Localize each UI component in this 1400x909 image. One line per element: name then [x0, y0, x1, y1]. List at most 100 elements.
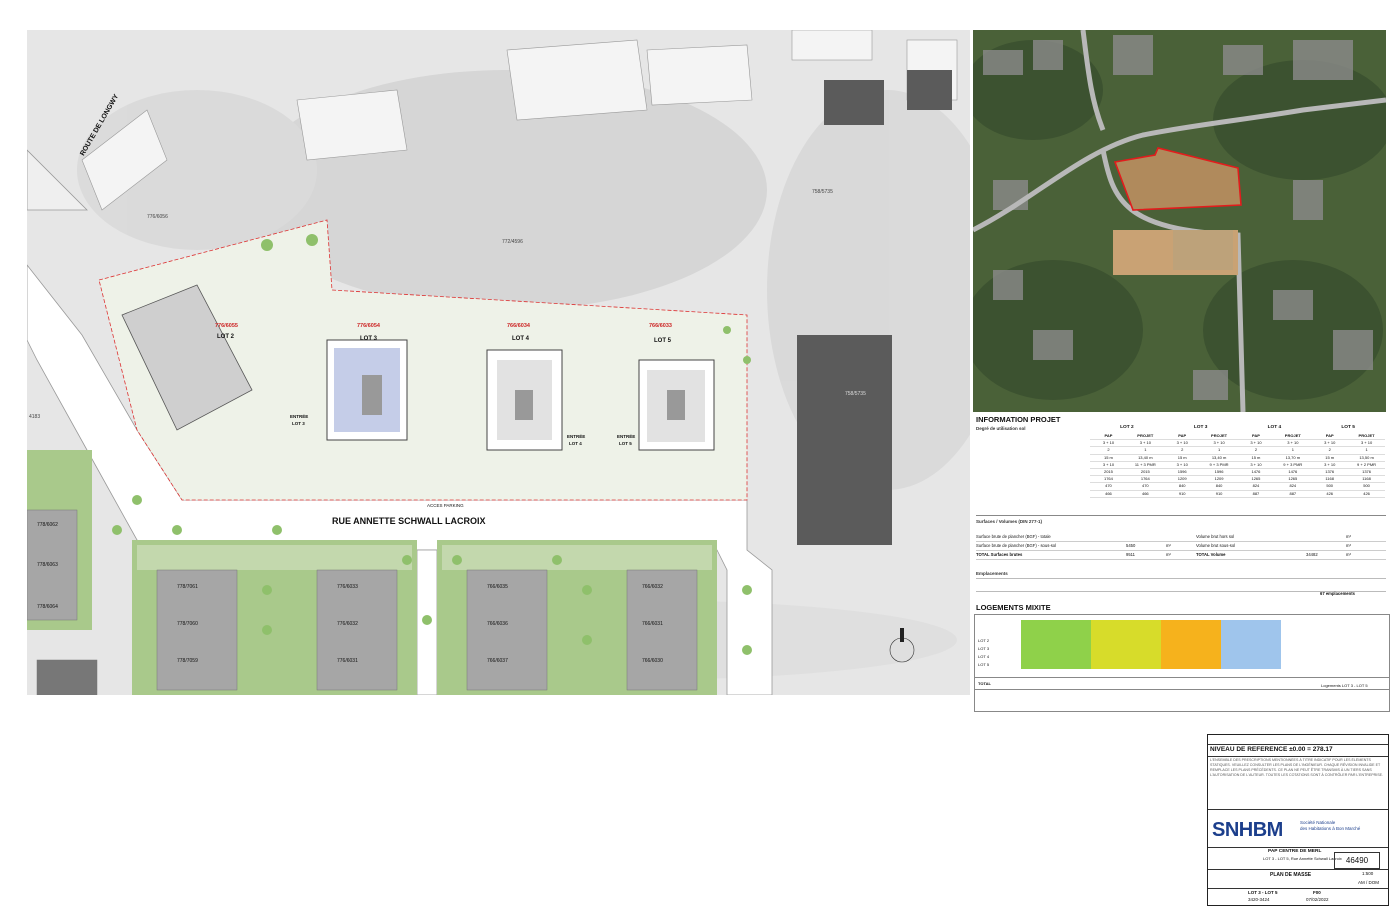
surface-value: 9511: [1126, 552, 1136, 557]
info-cell: 1: [1291, 447, 1294, 453]
parcel-label: 776/6032: [337, 621, 358, 627]
parcel-label: 766/6037: [487, 658, 508, 664]
lot-header-row: LOT 2 LOT 3 LOT 4 LOT 5: [1090, 425, 1385, 430]
lot-label: LOT 3: [360, 336, 378, 342]
project-address: LOT 3 - LOT 5, Rue Annette Schwall Lacro…: [1263, 856, 1342, 861]
info-cell: 2015: [1103, 469, 1113, 475]
info-cell: 15 m: [1251, 454, 1261, 460]
surface-row: TOTAL Surfaces brutes 9511 m² TOTAL Volume 3…: [976, 551, 1386, 560]
info-row: 470 470 840 840 824 824 500 500: [1090, 483, 1385, 491]
info-cell: 3 + 10: [1139, 440, 1151, 446]
mix-orange: [1161, 628, 1221, 669]
info-cell: 1168: [1325, 476, 1334, 482]
info-cell: 1596: [1214, 469, 1224, 475]
info-cell: 3 + 10: [1250, 440, 1262, 446]
divider: [1208, 744, 1388, 745]
info-row: 15 m 13,40 m 15 m 13,40 m 15 m 13,70 m 15 m 13,…: [1090, 455, 1385, 462]
parcel-label: 778/7060: [177, 621, 198, 627]
info-cell: 1209: [1214, 476, 1224, 482]
info-cell: 9 + 3 PMR: [1209, 461, 1229, 467]
surface-vlabel: Volume brut hors sol: [1196, 534, 1235, 539]
info-cell: 910: [1215, 490, 1223, 496]
surface-vunit: m³: [1346, 543, 1351, 548]
parcel-label: 778/7059: [177, 658, 198, 664]
divider: [976, 515, 1386, 516]
log-row-label: LOT 3: [978, 646, 990, 651]
info-col-header: PAP: [1251, 433, 1260, 438]
info-cell: 9 + 3 PMR: [1283, 461, 1303, 467]
surface-label: Surface brute de plancher (BGF) - sous-s…: [976, 543, 1057, 548]
info-cell: 2: [1181, 447, 1184, 453]
parcel-label: 766/6036: [487, 621, 508, 627]
logements-title: LOGEMENTS MIXITE: [976, 603, 1051, 612]
info-cell: 500: [1326, 483, 1334, 489]
lot-header: LOT 4: [1267, 425, 1282, 430]
info-col-header: PROJET: [1211, 433, 1228, 438]
info-cell: 824: [1252, 483, 1260, 489]
info-cell: 2015: [1140, 469, 1150, 475]
lot-header: LOT 2: [1120, 425, 1134, 430]
info-table: PAP PROJET PAP PROJET PAP PROJET PAP PROJET 3 + …: [1090, 433, 1385, 498]
aerial-photo: [973, 30, 1386, 412]
info-cell: 1209: [1177, 476, 1187, 482]
info-col-header: PAP: [1178, 433, 1187, 438]
info-cell: 470: [1141, 483, 1149, 489]
acces-parking-label: ACCES PARKING: [427, 503, 464, 508]
parcel-label: 772/4596: [502, 239, 523, 245]
company-line: des Habitations à Bon Marché: [1300, 825, 1361, 831]
project-number: 46490: [1334, 852, 1380, 869]
mix-header-green: [1021, 620, 1091, 628]
info-row: 2015 2015 1596 1596 1476 1476 1376 1376: [1090, 469, 1385, 477]
title-block: NIVEAU DE REFERENCE ±0.00 = 278.17 L'ENS…: [1207, 734, 1389, 906]
parcel-label: 4183: [29, 414, 40, 420]
lot-label: LOT 5: [654, 338, 672, 344]
lot-parcel-label: 776/6055: [215, 323, 238, 329]
info-cell: 1: [1217, 447, 1221, 453]
parking-title: Emplacements: [976, 571, 1008, 576]
entry-label: ENTRÉE: [567, 432, 585, 439]
log-row-label: LOT 5: [978, 662, 990, 667]
log-total-label: TOTAL: [978, 681, 991, 686]
log-row-label: LOT 2: [978, 638, 990, 643]
entry-label: ENTRÉE: [290, 412, 308, 419]
info-cell: 887: [1252, 490, 1260, 496]
info-cell: 1376: [1362, 469, 1372, 475]
log-row-label: LOT 4: [978, 654, 990, 659]
company-name: Société Nationale des Habitations à Bon …: [1300, 820, 1360, 831]
log-sum-label: Logements LOT 3 - LOT 5: [1321, 683, 1368, 688]
mix-header-blue: [1221, 620, 1281, 628]
info-cell: 426: [1326, 490, 1334, 496]
info-row: 1764 1764 1209 1209 1265 1265 1168 1168: [1090, 476, 1385, 484]
date: 07/02/2022: [1306, 897, 1329, 902]
info-col-header: PROJET: [1358, 433, 1375, 438]
divider: [975, 689, 1389, 690]
code: F00: [1313, 890, 1321, 895]
divider: [1208, 869, 1388, 870]
parcel-label: 766/6031: [642, 621, 663, 627]
lot-label: LOT 2: [217, 334, 235, 340]
parking-total: 67 emplacements: [1320, 591, 1355, 596]
mix-header-orange: [1161, 620, 1221, 628]
entry-label: LOT 5: [619, 441, 632, 446]
divider: [1208, 756, 1388, 757]
entry-label: LOT 4: [569, 441, 582, 446]
info-cell: 1265: [1288, 476, 1298, 482]
info-cell: 426: [1363, 490, 1370, 496]
plan-number: 3420-3424: [1248, 897, 1270, 902]
info-cell: 470: [1105, 483, 1112, 489]
divider: [1208, 847, 1388, 848]
info-cell: 3 + 10: [1287, 440, 1299, 446]
info-cell: 2: [1254, 447, 1258, 453]
parcel-label: 776/6033: [337, 584, 358, 590]
info-cell: 3 + 10: [1213, 440, 1225, 446]
info-cell: 840: [1178, 483, 1186, 489]
info-cell: 13,40 m: [1138, 454, 1153, 460]
surface-unit: m²: [1166, 543, 1171, 548]
plan-name: PLAN DE MASSE: [1270, 872, 1312, 878]
info-cell: 9 + 2 PMR: [1357, 461, 1377, 467]
info-cell: 1: [1365, 447, 1368, 453]
parking-rows: [976, 578, 1386, 592]
surface-vvalue: [1306, 542, 1346, 550]
info-row: 3 + 10 11 + 3 PMR 3 + 10 9 + 3 PMR 3 + 10 9 +…: [1090, 461, 1385, 470]
surface-row: Surface brute de plancher (BGF) - sous-s…: [976, 542, 1386, 551]
